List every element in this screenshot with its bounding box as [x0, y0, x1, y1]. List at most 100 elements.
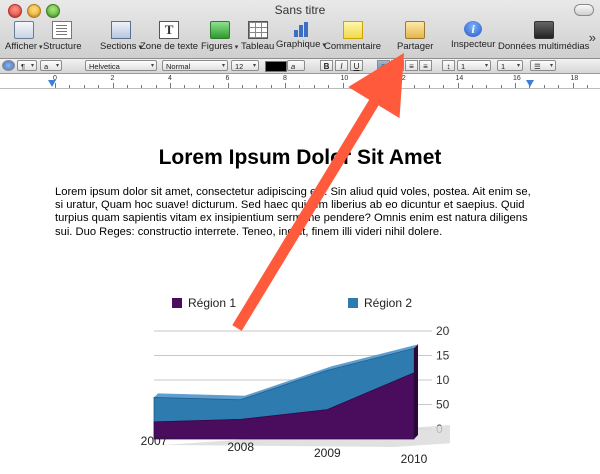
ruler-tick	[400, 83, 401, 88]
list-style-select[interactable]: ☰ ▾	[530, 60, 556, 71]
toolbar-share-button[interactable]: Partager	[397, 21, 433, 52]
view-icon	[13, 21, 34, 39]
area-chart[interactable]: 0501001502002007200820092010Région 1Régi…	[120, 289, 450, 474]
media-icon	[533, 21, 554, 39]
ruler-tick	[443, 85, 445, 88]
ruler-number: 12	[398, 75, 406, 82]
line-spacing-select[interactable]: 1 ▾	[457, 60, 491, 71]
toolbar-view-button[interactable]: Afficher ▾	[5, 21, 43, 52]
chevron-down-icon: ▾	[516, 63, 520, 69]
ruler-tick	[385, 85, 387, 88]
character-style-value: a	[44, 62, 49, 71]
ruler-number: 4	[168, 75, 172, 82]
font-size-field[interactable]: 12 ▾	[231, 60, 259, 71]
ruler-number: 8	[283, 75, 287, 82]
toolbar-chart-button[interactable]: Graphique ▾	[276, 21, 326, 50]
toolbar-structure-button[interactable]: Structure	[43, 21, 82, 52]
y-tick-label: 50	[436, 398, 450, 412]
ruler-tick	[558, 85, 560, 88]
line-spacing-icon: ↕	[442, 60, 455, 71]
highlight-color-label: a	[291, 62, 296, 71]
align-center-button[interactable]: ≡	[391, 60, 404, 71]
justify-button[interactable]: ≡	[419, 60, 432, 71]
toolbar-inspector-button[interactable]: i Inspecteur	[451, 21, 495, 50]
font-family-select[interactable]: Helvetica ▾	[85, 60, 157, 71]
ruler-tick	[328, 85, 330, 88]
toolbar-textbox-button[interactable]: T Zone de texte	[140, 21, 198, 52]
document-page[interactable]: Lorem Ipsum Dolor Sit Amet Lorem ipsum d…	[0, 89, 600, 474]
ruler-number: 6	[225, 75, 230, 82]
styles-drawer-icon[interactable]	[2, 60, 15, 71]
ruler-tick	[184, 85, 186, 88]
font-typeface-select[interactable]: Normal ▾	[162, 60, 228, 71]
x-tick-label: 2008	[227, 440, 254, 454]
ruler-tick	[500, 85, 502, 88]
toolbar-inspector-label: Inspecteur	[451, 39, 496, 50]
toolbar-toggle-button[interactable]	[574, 4, 594, 16]
toolbar-share-label: Partager	[397, 41, 434, 52]
textbox-icon: T	[159, 21, 180, 39]
character-style-select[interactable]: a ▾	[40, 60, 62, 71]
align-right-button[interactable]: ≡	[405, 60, 418, 71]
share-icon	[405, 21, 426, 39]
ruler-tick	[471, 85, 473, 88]
align-left-icon: ≡	[381, 62, 386, 71]
align-left-button[interactable]: ≡	[377, 60, 390, 71]
x-tick-label: 2007	[141, 434, 168, 448]
left-indent-marker[interactable]	[48, 80, 56, 87]
toolbar-shapes-label: Figures	[201, 41, 233, 52]
align-right-icon: ≡	[409, 62, 414, 71]
x-tick-label: 2009	[314, 446, 341, 460]
ruler-number: 14	[455, 75, 464, 82]
chevron-down-icon: ▾	[30, 63, 34, 69]
ruler-tick	[69, 85, 71, 88]
toolbar-sections-label: Sections	[100, 41, 137, 52]
pages-window: Sans titre Afficher ▾ Structure Sections ▾…	[0, 0, 600, 474]
toolbar-table-button[interactable]: Tableau	[241, 21, 274, 52]
sections-icon	[110, 21, 131, 39]
ruler-tick	[414, 85, 416, 88]
toolbar-comment-button[interactable]: Commentaire	[324, 21, 381, 52]
toolbar-shapes-button[interactable]: Figures ▾	[201, 21, 238, 52]
paragraph-style-value: ¶	[21, 62, 26, 71]
document-body-text[interactable]: Lorem ipsum dolor sit amet, consectetur …	[55, 186, 535, 239]
columns-select[interactable]: 1 ▾	[497, 60, 523, 71]
ruler-tick	[227, 83, 229, 88]
italic-button[interactable]: I	[335, 60, 348, 71]
format-bar: ¶ ▾ a ▾ Helvetica ▾ Normal ▾ 12 ▾ a B I U ≡ ≡…	[0, 59, 600, 74]
toolbar-textbox-label: Zone de texte	[140, 41, 199, 52]
underline-button[interactable]: U	[350, 60, 363, 71]
ruler-tick	[515, 83, 516, 88]
toolbar-media-label: Données multimédias	[498, 41, 590, 52]
chevron-updown-icon: ▾	[221, 63, 225, 69]
ruler-tick	[198, 85, 200, 88]
bold-button[interactable]: B	[320, 60, 333, 71]
chevron-updown-icon: ▾	[252, 63, 256, 69]
font-family-value: Helvetica	[89, 62, 120, 71]
toolbar-table-label: Tableau	[241, 41, 275, 52]
ruler-tick	[486, 85, 488, 88]
toolbar-chart-label: Graphique	[276, 39, 321, 50]
comment-icon	[342, 21, 363, 39]
line-spacing-value: 1	[461, 62, 466, 71]
y-tick-label: 200	[436, 324, 450, 338]
window-title: Sans titre	[274, 3, 326, 17]
ruler-tick	[270, 85, 272, 88]
legend-swatch	[172, 298, 182, 308]
ruler-tick	[313, 85, 315, 88]
toolbar-sections-button[interactable]: Sections ▾	[100, 21, 142, 52]
ruler-tick	[170, 83, 171, 88]
inspector-icon: i	[464, 21, 483, 37]
toolbar-media-button[interactable]: Données multimédias	[498, 21, 589, 52]
right-indent-marker[interactable]	[526, 80, 534, 87]
ruler-tick	[356, 85, 358, 88]
toolbar-overflow-button[interactable]: »	[589, 30, 596, 45]
ruler-tick	[543, 85, 545, 88]
highlight-color-button[interactable]: a	[287, 60, 305, 71]
paragraph-style-select[interactable]: ¶ ▾	[17, 60, 37, 71]
document-title[interactable]: Lorem Ipsum Dolor Sit Amet	[0, 146, 600, 170]
text-color-well[interactable]	[265, 61, 287, 72]
ruler-tick	[256, 85, 258, 88]
ruler[interactable]: 0 2 4 6 8 10 12 14 16 18	[0, 74, 600, 89]
ruler-tick	[572, 83, 574, 88]
